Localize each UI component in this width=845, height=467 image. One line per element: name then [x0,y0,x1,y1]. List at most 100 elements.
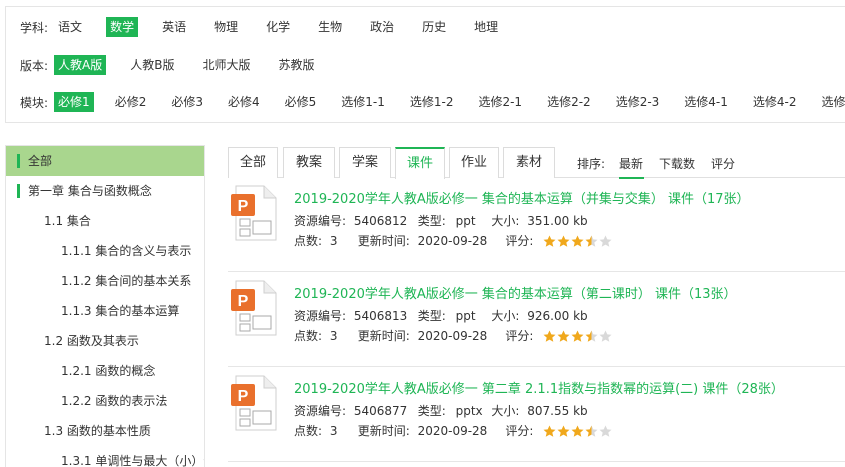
edition-option-bnu[interactable]: 北师大版 [199,55,255,75]
star-icon [585,235,598,247]
rating-stars [543,425,613,439]
resource-type-tabs: 全部 教案 学案 课件 作业 素材 排序: 最新 下载数 评分 [228,145,845,179]
chapter-sidebar: 全部 第一章 集合与函数概念 1.1 集合 1.1.1 集合的含义与表示 1.1… [5,145,205,467]
resource-updated: 2020-09-28 [417,234,488,248]
resource-updated: 2020-09-28 [417,424,488,438]
subject-option-chinese[interactable]: 语文 [54,17,86,37]
sidebar-item-subsection[interactable]: 1.3.1 单调性与最大（小）值 [6,446,204,467]
item-divider [228,271,845,272]
module-option[interactable]: 必修3 [167,92,207,112]
sort-option-rating[interactable]: 评分 [711,155,735,172]
subject-option-biology[interactable]: 生物 [314,17,346,37]
tab-materials[interactable]: 素材 [503,147,555,178]
tab-lesson-plans[interactable]: 教案 [283,147,335,178]
sidebar-item-label: 1.2 函数及其表示 [44,334,139,348]
tab-study-guides[interactable]: 学案 [339,147,391,178]
svg-text:P: P [238,388,249,405]
tab-all[interactable]: 全部 [228,147,278,178]
sidebar-item-subsection[interactable]: 1.1.3 集合的基本运算 [6,296,204,326]
module-option[interactable]: 选修4-2 [749,92,801,112]
module-option[interactable]: 选修1-2 [406,92,458,112]
module-filter-row: 模块: 必修1 必修2 必修3 必修4 必修5 选修1-1 选修1-2 选修2-… [20,92,845,112]
subject-option-history[interactable]: 历史 [418,17,450,37]
resource-type-label: 类型: [417,404,446,418]
sidebar-item-label: 1.2.1 函数的概念 [61,364,156,378]
sidebar-item-all[interactable]: 全部 [6,146,204,176]
star-icon [557,330,570,342]
sidebar-item-section[interactable]: 1.1 集合 [6,206,204,236]
edition-option-jiangsu[interactable]: 苏教版 [275,55,319,75]
resource-meta-line: 资源编号: 5406812 类型: ppt 大小: 351.00 kb [294,212,588,229]
resource-size: 807.55 kb [527,404,588,418]
ppt-file-icon: P [231,185,277,241]
sidebar-item-chapter-1[interactable]: 第一章 集合与函数概念 [6,176,204,206]
sidebar-item-section[interactable]: 1.2 函数及其表示 [6,326,204,356]
resource-points: 3 [329,329,338,343]
edition-option-pep-b[interactable]: 人教B版 [126,55,178,75]
resource-id: 5406813 [353,309,408,323]
resource-id-label: 资源编号: [294,214,347,228]
resource-id-label: 资源编号: [294,404,347,418]
subject-option-chemistry[interactable]: 化学 [262,17,294,37]
resource-size: 351.00 kb [527,214,588,228]
item-divider [228,366,845,367]
subject-option-math[interactable]: 数学 [106,17,139,37]
star-icon [585,330,598,342]
star-icon [557,235,570,247]
tab-homework[interactable]: 作业 [449,147,499,178]
resource-meta-line: 点数: 3 更新时间: 2020-09-28 评分: [294,422,613,439]
module-option[interactable]: 必修2 [111,92,151,112]
sort-option-downloads[interactable]: 下载数 [659,155,695,172]
module-option[interactable]: 选修4-1 [680,92,732,112]
sort-option-newest[interactable]: 最新 [619,155,643,172]
module-option[interactable]: 选修2-3 [612,92,664,112]
resource-points-label: 点数: [294,424,323,438]
resource-id: 5406877 [353,404,408,418]
module-option[interactable]: 必修5 [281,92,321,112]
module-option[interactable]: 选修2-2 [543,92,595,112]
resource-size-label: 大小: [491,404,520,418]
sidebar-item-label: 1.1.3 集合的基本运算 [61,304,180,318]
rating-stars [543,235,613,249]
subject-filter-row: 学科: 语文 数学 英语 物理 化学 生物 政治 历史 地理 [20,17,522,37]
star-icon [543,425,556,437]
sidebar-item-subsection[interactable]: 1.2.2 函数的表示法 [6,386,204,416]
subject-option-politics[interactable]: 政治 [366,17,398,37]
sidebar-item-subsection[interactable]: 1.2.1 函数的概念 [6,356,204,386]
tab-courseware[interactable]: 课件 [395,147,445,179]
resource-type: ppt [455,214,476,228]
resource-type: pptx [455,404,483,418]
module-option[interactable]: 必修1 [54,92,94,112]
resource-updated-label: 更新时间: [357,234,410,248]
module-option[interactable]: 选修4-4 [818,92,845,112]
sidebar-item-subsection[interactable]: 1.1.2 集合间的基本关系 [6,266,204,296]
resource-points-label: 点数: [294,329,323,343]
resource-meta-line: 资源编号: 5406813 类型: ppt 大小: 926.00 kb [294,307,588,324]
subject-option-english[interactable]: 英语 [158,17,190,37]
star-icon [599,330,612,342]
star-icon [543,235,556,247]
subject-filter-label: 学科: [20,20,49,35]
resource-updated: 2020-09-28 [417,329,488,343]
resource-title-link[interactable]: 2019-2020学年人教A版必修一 集合的基本运算（第二课时） 课件（13张） [294,283,737,302]
resource-title-link[interactable]: 2019-2020学年人教A版必修一 集合的基本运算（并集与交集） 课件（17张… [294,188,750,207]
subject-option-physics[interactable]: 物理 [210,17,242,37]
module-option[interactable]: 必修4 [224,92,264,112]
resource-size-label: 大小: [491,214,520,228]
sidebar-item-section[interactable]: 1.3 函数的基本性质 [6,416,204,446]
resource-rating-label: 评分: [505,329,534,343]
module-option[interactable]: 选修2-1 [474,92,526,112]
sidebar-item-subsection[interactable]: 1.1.1 集合的含义与表示 [6,236,204,266]
module-option[interactable]: 选修1-1 [337,92,389,112]
resource-item: P 2019-2020学年人教A版必修一 集合的基本运算（第二课时） 课件（13… [228,275,845,367]
sidebar-item-label: 1.3 函数的基本性质 [44,424,151,438]
subject-option-geography[interactable]: 地理 [470,17,502,37]
resource-updated-label: 更新时间: [357,329,410,343]
resource-type-label: 类型: [417,214,446,228]
module-filter-label: 模块: [20,95,49,110]
star-icon [599,425,612,437]
resource-item: P 2019-2020学年人教A版必修一 第二章 2.1.1指数与指数幂的运算(… [228,370,845,462]
edition-option-pep-a[interactable]: 人教A版 [54,55,107,75]
resource-title-link[interactable]: 2019-2020学年人教A版必修一 第二章 2.1.1指数与指数幂的运算(二)… [294,378,784,397]
resource-points: 3 [329,424,338,438]
